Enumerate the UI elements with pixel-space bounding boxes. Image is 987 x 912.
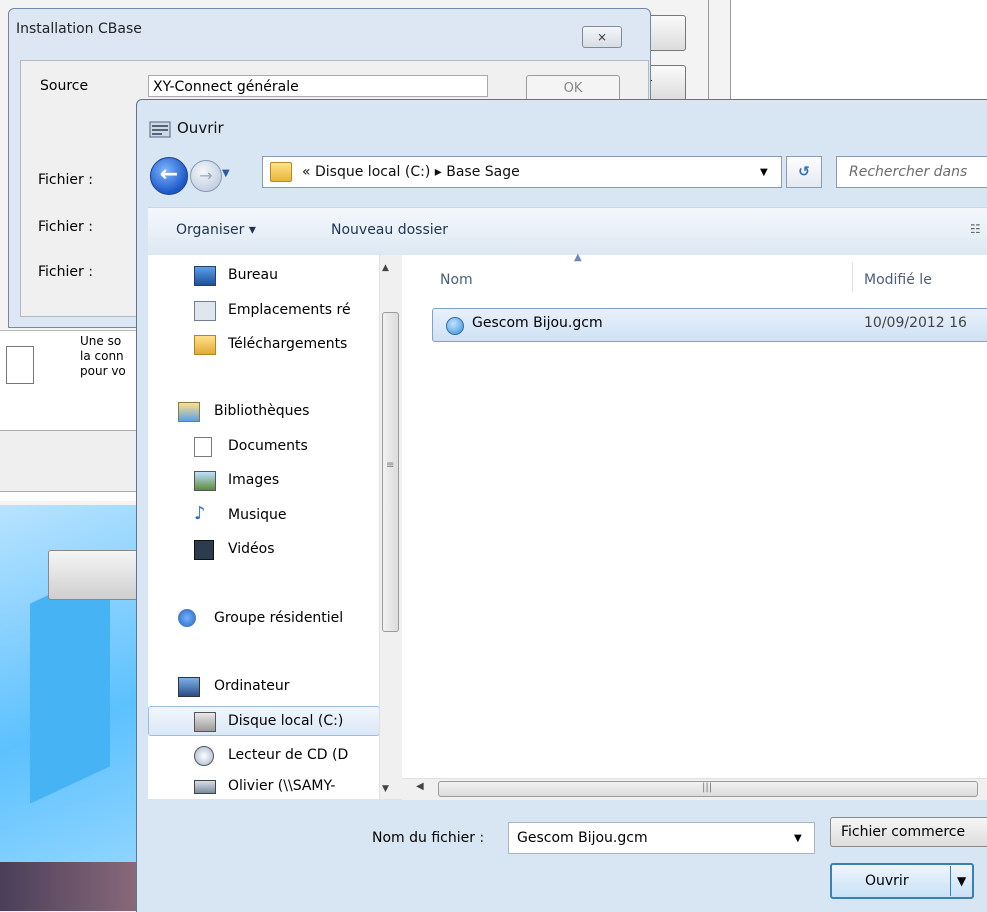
nav-item-label: Bibliothèques	[214, 403, 310, 419]
nav-item-label: Images	[228, 472, 280, 488]
file-label: Fichier :	[38, 264, 93, 280]
desktop-icon	[194, 266, 216, 286]
nav-item-label: Vidéos	[228, 541, 275, 557]
nav-item-label: Musique	[228, 507, 287, 523]
nav-scrollbar-thumb[interactable]	[382, 312, 399, 632]
background-large-button[interactable]	[48, 550, 145, 600]
source-label: Source	[40, 78, 89, 94]
nav-item-libraries[interactable]: Bibliothèques	[178, 398, 410, 426]
address-dropdown[interactable]: ▼	[760, 167, 768, 178]
nav-item-homegroup[interactable]: Groupe résidentiel	[178, 605, 410, 633]
source-input[interactable]: XY-Connect générale	[148, 75, 488, 97]
chevron-down-icon: ▼	[222, 168, 230, 179]
nav-item-label: Disque local (C:)	[228, 713, 344, 729]
homegroup-icon	[178, 609, 196, 627]
toolbar	[148, 207, 987, 256]
nav-item-computer[interactable]: Ordinateur	[178, 673, 410, 701]
file-name-cell[interactable]: Gescom Bijou.gcm	[472, 315, 603, 331]
nav-item-label: Groupe résidentiel	[214, 610, 344, 626]
grip-icon: ≡	[386, 460, 395, 471]
history-dropdown[interactable]: ▼	[222, 168, 230, 179]
filename-dropdown[interactable]: ▼	[794, 833, 802, 844]
open-button-label: Ouvrir	[865, 873, 909, 889]
gcm-file-icon	[446, 317, 464, 335]
documents-icon	[194, 437, 212, 457]
refresh-button[interactable]: ↺	[786, 156, 822, 188]
nav-item-label: Documents	[228, 438, 308, 454]
open-dialog-icon	[149, 121, 171, 138]
file-label: Fichier :	[38, 172, 93, 188]
background-right-panel	[730, 0, 987, 100]
nav-item-label: Olivier (\\SAMY-	[228, 778, 336, 794]
open-dialog-title: Ouvrir	[177, 119, 224, 137]
videos-icon	[194, 540, 214, 560]
forward-button[interactable]: →	[190, 160, 222, 192]
document-icon	[6, 346, 34, 384]
info-snippet-line: la conn	[80, 349, 124, 363]
network-drive-icon	[194, 780, 216, 794]
nav-item-label: Bureau	[228, 267, 278, 283]
scroll-up-icon[interactable]: ▲	[382, 263, 389, 273]
close-button[interactable]: ⨯	[582, 26, 622, 48]
music-icon: ♪	[194, 503, 206, 524]
folder-icon	[270, 162, 292, 182]
info-snippet-line: Une so	[80, 334, 122, 348]
grip-icon: |||	[702, 782, 713, 793]
file-modified-cell: 10/09/2012 16	[864, 315, 967, 331]
nav-item-label: Emplacements ré	[228, 302, 351, 318]
search-input[interactable]: Rechercher dans	[836, 156, 987, 188]
downloads-icon	[194, 335, 216, 355]
open-options-dropdown[interactable]: ▼	[957, 874, 966, 888]
chevron-down-icon: ▼	[794, 833, 802, 844]
info-snippet-line: pour vo	[80, 364, 126, 378]
wallpaper-shape	[30, 566, 110, 804]
scroll-left-icon[interactable]: ◀	[416, 781, 424, 792]
cbase-dialog-title: Installation CBase	[16, 21, 142, 37]
column-separator[interactable]	[852, 262, 853, 292]
cd-drive-icon	[194, 746, 214, 766]
back-button[interactable]: ←	[150, 157, 188, 195]
filename-label: Nom du fichier :	[372, 830, 485, 846]
sort-ascending-icon: ▲	[574, 252, 582, 263]
new-folder-button[interactable]: Nouveau dossier	[331, 222, 448, 238]
computer-icon	[178, 677, 200, 697]
nav-item-label: Lecteur de CD (D	[228, 747, 349, 763]
chevron-down-icon: ▼	[957, 874, 967, 888]
background-divider	[708, 0, 709, 100]
recent-places-icon	[194, 301, 216, 321]
file-label: Fichier :	[38, 219, 93, 235]
open-button-divider	[950, 866, 951, 896]
scroll-down-icon[interactable]: ▼	[382, 784, 389, 794]
taskbar-strip	[0, 862, 140, 911]
organize-button[interactable]: Organiser ▾	[176, 222, 256, 238]
nav-item-label: Téléchargements	[228, 336, 348, 352]
libraries-icon	[178, 402, 200, 422]
close-icon: ⨯	[596, 30, 608, 44]
file-type-select[interactable]: Fichier commerce	[830, 817, 987, 847]
images-icon	[194, 471, 216, 491]
chevron-down-icon: ▼	[760, 167, 768, 178]
filename-input[interactable]: Gescom Bijou.gcm	[508, 822, 815, 854]
local-disk-icon	[194, 712, 216, 732]
arrow-left-icon: ←	[159, 162, 179, 187]
arrow-right-icon: →	[199, 166, 213, 185]
column-header-name[interactable]: Nom	[440, 272, 473, 288]
nav-item-label: Ordinateur	[214, 678, 290, 694]
breadcrumb[interactable]: « Disque local (C:) ▸ Base Sage	[302, 164, 520, 180]
column-header-modified[interactable]: Modifié le	[864, 272, 932, 288]
background-bar	[0, 430, 140, 492]
refresh-icon: ↺	[798, 164, 810, 180]
view-options-icon[interactable]: ☷	[970, 222, 981, 236]
